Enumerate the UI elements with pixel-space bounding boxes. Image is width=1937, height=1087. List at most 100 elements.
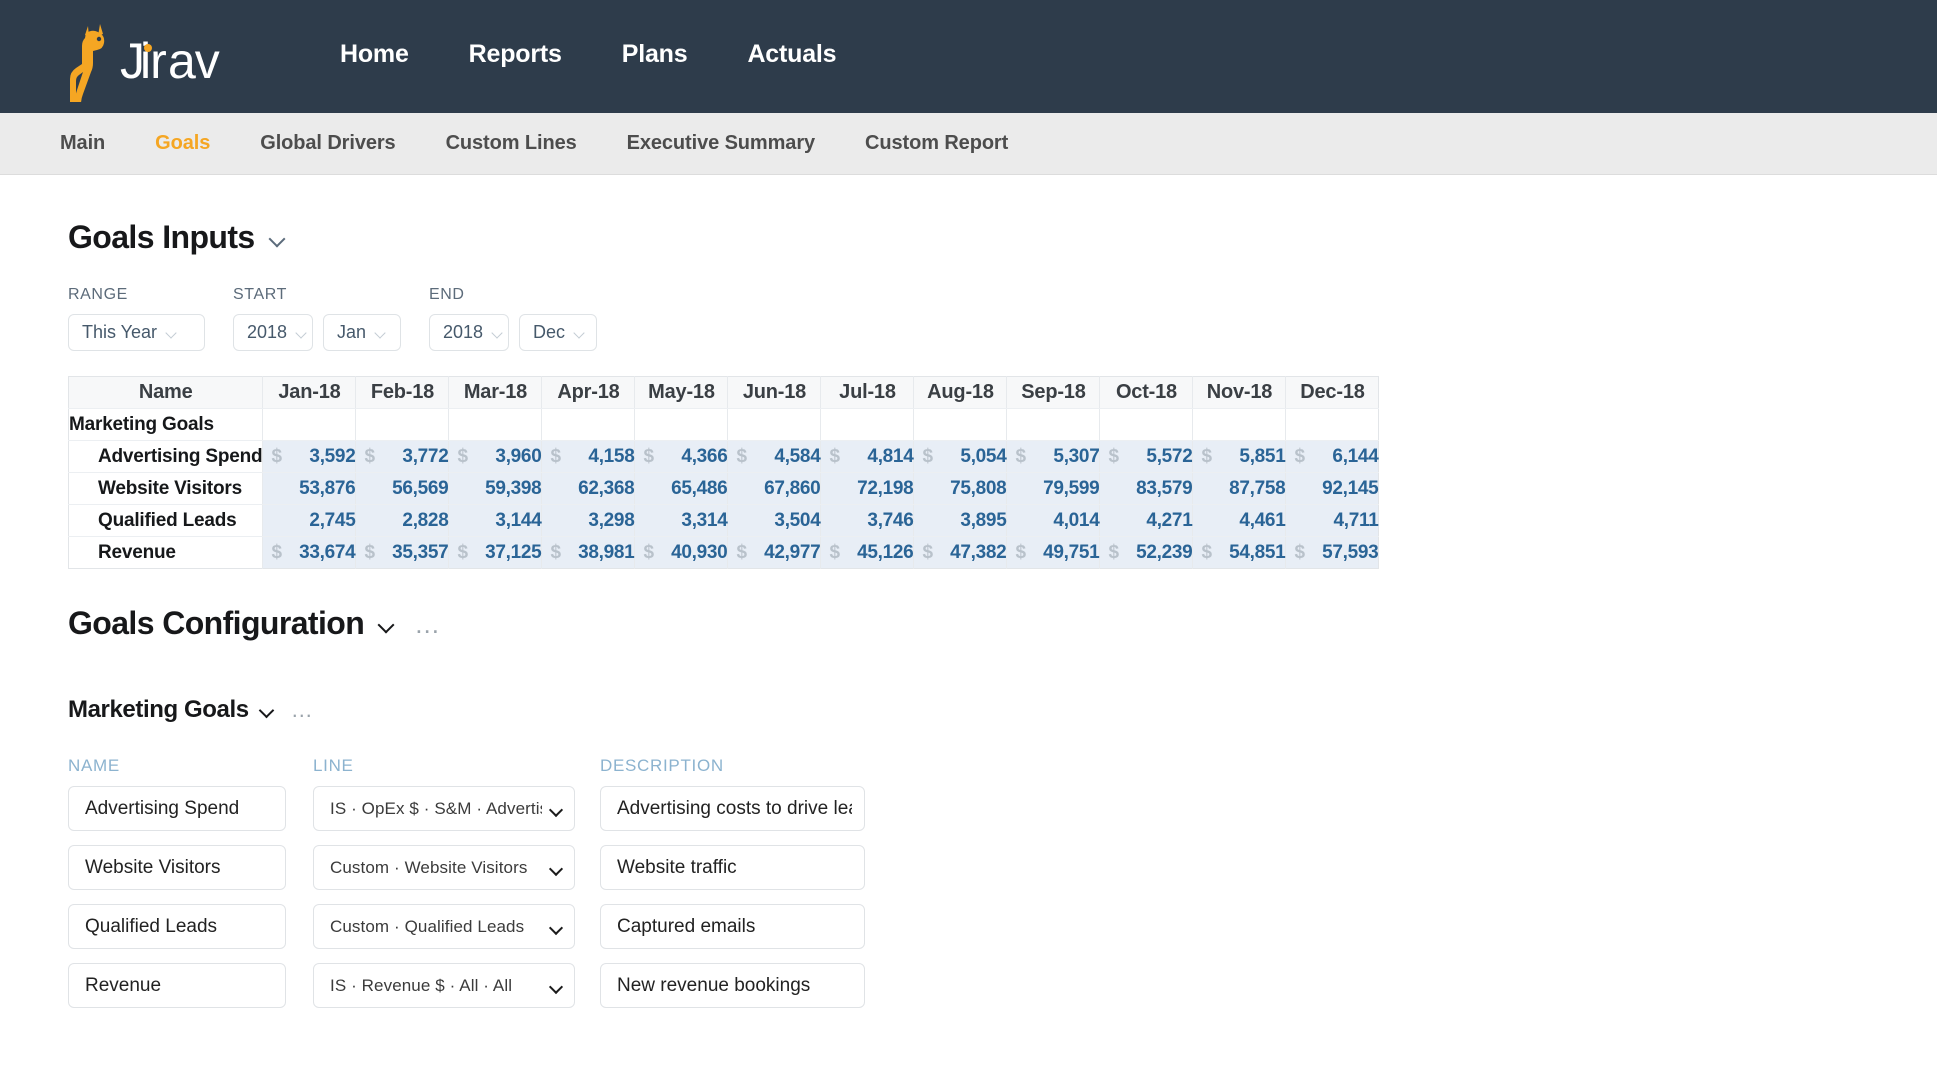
data-cell[interactable]: $33,674 xyxy=(263,537,356,569)
more-options-icon[interactable]: … xyxy=(414,619,442,629)
start-month-select[interactable]: Jan xyxy=(323,314,401,351)
goal-line-select[interactable]: Custom · Qualified Leads xyxy=(313,904,575,949)
goal-name-input[interactable]: Advertising Spend xyxy=(68,786,286,831)
start-filter: START 2018 Jan xyxy=(233,286,401,351)
data-cell[interactable]: $3,772 xyxy=(356,441,449,473)
data-cell[interactable]: 72,198 xyxy=(821,473,914,505)
data-cell[interactable]: 3,314 xyxy=(635,505,728,537)
tab-custom-lines[interactable]: Custom Lines xyxy=(421,132,602,155)
data-cell[interactable]: $47,382 xyxy=(914,537,1007,569)
config-row: Advertising Spend IS · OpEx $ · S&M · Adv… xyxy=(68,786,1937,831)
data-cell[interactable]: 67,860 xyxy=(728,473,821,505)
goal-name-input[interactable]: Website Visitors xyxy=(68,845,286,890)
start-year-select[interactable]: 2018 xyxy=(233,314,313,351)
data-cell[interactable]: 3,504 xyxy=(728,505,821,537)
goal-line-select[interactable]: IS · OpEx $ · S&M · Advertising Co xyxy=(313,786,575,831)
goal-description-input[interactable]: Captured emails xyxy=(600,904,865,949)
cell-value: 53,876 xyxy=(299,478,355,499)
data-cell[interactable]: $4,158 xyxy=(542,441,635,473)
chevron-down-icon[interactable] xyxy=(378,619,394,629)
data-cell[interactable]: $38,981 xyxy=(542,537,635,569)
data-cell[interactable]: $42,977 xyxy=(728,537,821,569)
more-options-icon[interactable]: … xyxy=(291,705,315,715)
empty-cell xyxy=(449,409,542,441)
tab-global-drivers[interactable]: Global Drivers xyxy=(235,132,420,155)
data-cell[interactable]: 75,808 xyxy=(914,473,1007,505)
main-nav: Home Reports Plans Actuals xyxy=(310,40,866,69)
start-label: START xyxy=(233,286,401,304)
data-cell[interactable]: $4,814 xyxy=(821,441,914,473)
data-cell[interactable]: $52,239 xyxy=(1100,537,1193,569)
tab-main[interactable]: Main xyxy=(60,132,130,155)
data-cell[interactable]: 53,876 xyxy=(263,473,356,505)
data-cell[interactable]: 56,569 xyxy=(356,473,449,505)
chevron-down-icon[interactable] xyxy=(259,705,275,715)
tab-executive-summary[interactable]: Executive Summary xyxy=(602,132,840,155)
data-cell[interactable]: 87,758 xyxy=(1193,473,1286,505)
data-cell[interactable]: 59,398 xyxy=(449,473,542,505)
goal-line-select[interactable]: IS · Revenue $ · All · All xyxy=(313,963,575,1008)
currency-symbol: $ xyxy=(829,446,839,468)
goal-description-input[interactable]: Advertising costs to drive leads xyxy=(600,786,865,831)
data-cell[interactable]: $4,366 xyxy=(635,441,728,473)
data-cell[interactable]: $35,357 xyxy=(356,537,449,569)
range-select[interactable]: This Year xyxy=(68,314,205,351)
data-cell[interactable]: $54,851 xyxy=(1193,537,1286,569)
data-cell[interactable]: 3,895 xyxy=(914,505,1007,537)
data-cell[interactable]: 4,461 xyxy=(1193,505,1286,537)
data-cell[interactable]: $5,851 xyxy=(1193,441,1286,473)
data-cell[interactable]: $45,126 xyxy=(821,537,914,569)
data-cell[interactable]: $3,960 xyxy=(449,441,542,473)
goal-name-input[interactable]: Revenue xyxy=(68,963,286,1008)
data-cell[interactable]: 92,145 xyxy=(1286,473,1379,505)
tab-custom-report[interactable]: Custom Report xyxy=(840,132,1033,155)
cell-value: 45,126 xyxy=(857,542,913,563)
data-cell[interactable]: $5,054 xyxy=(914,441,1007,473)
nav-item-actuals[interactable]: Actuals xyxy=(717,40,866,69)
data-cell[interactable]: $40,930 xyxy=(635,537,728,569)
data-cell[interactable]: 2,745 xyxy=(263,505,356,537)
column-header-month: Oct-18 xyxy=(1100,377,1193,409)
empty-cell xyxy=(728,409,821,441)
data-cell[interactable]: $5,307 xyxy=(1007,441,1100,473)
cell-value: 40,930 xyxy=(671,542,727,563)
data-cell[interactable]: 4,711 xyxy=(1286,505,1379,537)
data-cell[interactable]: 3,746 xyxy=(821,505,914,537)
data-cell[interactable]: $6,144 xyxy=(1286,441,1379,473)
empty-cell xyxy=(1100,409,1193,441)
filter-bar: RANGE This Year START 2018 Jan xyxy=(68,286,1937,351)
range-filter: RANGE This Year xyxy=(68,286,205,351)
table-row-group: Marketing Goals xyxy=(69,409,1379,441)
nav-item-plans[interactable]: Plans xyxy=(592,40,718,69)
data-cell[interactable]: $4,584 xyxy=(728,441,821,473)
column-header-month: Aug-18 xyxy=(914,377,1007,409)
chevron-down-icon[interactable] xyxy=(269,233,285,243)
data-cell[interactable]: 3,298 xyxy=(542,505,635,537)
data-cell[interactable]: 3,144 xyxy=(449,505,542,537)
config-row: Website Visitors Custom · Website Visitor… xyxy=(68,845,1937,890)
jirav-logo[interactable]: J ir av xyxy=(62,12,232,102)
data-cell[interactable]: $37,125 xyxy=(449,537,542,569)
data-cell[interactable]: $5,572 xyxy=(1100,441,1193,473)
data-cell[interactable]: 62,368 xyxy=(542,473,635,505)
goal-name-input[interactable]: Qualified Leads xyxy=(68,904,286,949)
data-cell[interactable]: $49,751 xyxy=(1007,537,1100,569)
currency-symbol: $ xyxy=(1015,446,1025,468)
goal-description-input[interactable]: Website traffic xyxy=(600,845,865,890)
data-cell[interactable]: $3,592 xyxy=(263,441,356,473)
nav-item-reports[interactable]: Reports xyxy=(439,40,592,69)
end-year-select[interactable]: 2018 xyxy=(429,314,509,351)
data-cell[interactable]: 2,828 xyxy=(356,505,449,537)
data-cell[interactable]: 65,486 xyxy=(635,473,728,505)
data-cell[interactable]: 4,014 xyxy=(1007,505,1100,537)
data-cell[interactable]: 4,271 xyxy=(1100,505,1193,537)
end-month-select[interactable]: Dec xyxy=(519,314,597,351)
data-cell[interactable]: $57,593 xyxy=(1286,537,1379,569)
tab-goals[interactable]: Goals xyxy=(130,132,235,155)
data-cell[interactable]: 83,579 xyxy=(1100,473,1193,505)
goal-line-select[interactable]: Custom · Website Visitors xyxy=(313,845,575,890)
goal-description-input[interactable]: New revenue bookings xyxy=(600,963,865,1008)
data-cell[interactable]: 79,599 xyxy=(1007,473,1100,505)
cell-value: 3,592 xyxy=(309,446,355,467)
nav-item-home[interactable]: Home xyxy=(310,40,439,69)
